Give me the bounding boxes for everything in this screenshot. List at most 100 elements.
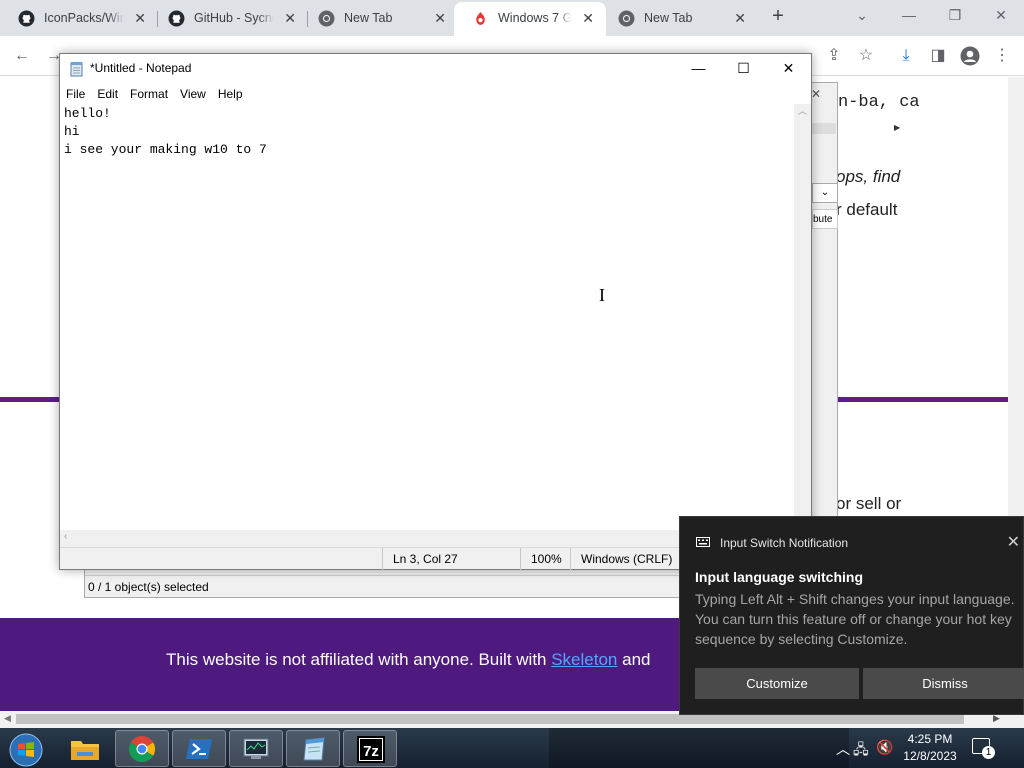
notification-app-name: Input Switch Notification [720,536,849,550]
notification-body: Typing Left Alt + Shift changes your inp… [695,591,1015,647]
column-header-attributes[interactable]: bute [812,209,838,229]
menu-format[interactable]: Format [124,84,174,104]
footer-text: This website is not affiliated with anyo… [166,650,650,670]
minimize-icon[interactable]: — [676,54,721,84]
folder-icon [71,741,99,760]
notepad-window: *Untitled - Notepad — ☐ ✕ File Edit Format… [59,53,812,570]
task-manager-icon [243,738,269,759]
cursor-position: Ln 3, Col 27 [382,548,522,570]
close-icon[interactable]: ✕ [766,54,811,84]
scroll-up-arrow-icon[interactable]: ︿ [794,104,811,118]
share-icon[interactable]: ⇪ [822,44,846,68]
zoom-level: 100% [520,548,576,570]
minimize-icon[interactable]: — [895,4,923,28]
7zip-icon: 7z [357,736,385,763]
notepad-icon [70,62,83,77]
chrome-icon [129,736,156,763]
footer-prefix: This website is not affiliated with anyo… [166,650,552,669]
taskbar: 7z ︿ 🖧 🔇 4:25 PM 12/8/2023 1 [0,728,1024,768]
close-tab-icon[interactable]: ✕ [434,2,446,34]
notification-count-badge: 1 [982,746,995,759]
menu-help[interactable]: Help [212,84,249,104]
taskbar-powershell[interactable] [172,730,226,767]
notepad-menubar: File Edit Format View Help [60,84,811,104]
menu-file[interactable]: File [60,84,91,104]
window-title: *Untitled - Notepad [90,61,192,75]
new-tab-button[interactable]: + [766,5,790,29]
tab-title: New Tab [344,11,393,25]
taskbar-explorer[interactable] [58,730,112,767]
tab-title: IconPacks/Wind [44,11,124,25]
scroll-right-arrow-icon[interactable]: ▶ [811,123,900,134]
back-arrow-icon[interactable]: ← [10,44,34,68]
close-tab-icon[interactable]: ✕ [134,2,146,34]
page-text-fragment: n-ba, ca [838,93,920,112]
tab-iconpacks[interactable]: IconPacks/Wind ✕ [0,2,158,36]
tab-search-icon[interactable]: ⌄ [848,4,876,28]
menu-edit[interactable]: Edit [91,84,124,104]
tab-github-sycnex[interactable]: GitHub - Sycne ✕ [150,2,308,36]
customize-button[interactable]: Customize [695,668,859,699]
system-clock[interactable]: 4:25 PM 12/8/2023 [900,731,960,765]
bookmark-star-icon[interactable]: ☆ [854,44,878,68]
page-text-fragment: r default [836,200,898,219]
scroll-left-arrow-icon[interactable]: ◀ [4,713,11,724]
windows-orb-icon [9,733,43,767]
taskbar-task-manager[interactable] [229,730,283,767]
show-hidden-icons-icon[interactable]: ︿ [836,739,850,759]
tab-title: GitHub - Sycne [194,11,274,25]
notepad-titlebar[interactable]: *Untitled - Notepad — ☐ ✕ [60,54,811,84]
close-icon[interactable]: ✕ [811,87,821,101]
page-text-fragment: or sell or [836,494,902,513]
footer-suffix: and [617,650,651,669]
scroll-left-arrow-icon[interactable]: ‹ [64,531,67,542]
notification-title: Input language switching [695,569,863,585]
kebab-menu-icon[interactable]: ⋮ [990,44,1014,68]
clock-time: 4:25 PM [907,732,953,746]
tab-windows7[interactable]: Windows 7 Gar ✕ [454,2,606,36]
close-icon[interactable]: ✕ [987,4,1015,28]
dismiss-button[interactable]: Dismiss [863,668,1024,699]
github-icon [18,10,35,27]
notepad-icon [303,737,325,761]
powershell-icon [186,739,212,759]
tab-title: Windows 7 Gar [498,11,572,25]
github-icon [168,10,185,27]
download-icon[interactable]: ⤓ [894,44,918,68]
close-tab-icon[interactable]: ✕ [582,2,594,34]
menu-view[interactable]: View [174,84,212,104]
notepad-text-area[interactable]: hello! hi i see your making w10 to 7 [60,104,795,530]
notepad-vertical-scrollbar[interactable]: ︿ [794,104,811,530]
chrome-icon [318,10,335,27]
close-tab-icon[interactable]: ✕ [284,2,296,34]
taskbar-chrome[interactable] [115,730,169,767]
close-tab-icon[interactable]: ✕ [734,2,746,34]
network-icon[interactable]: 🖧 [853,739,869,763]
browser-tab-strip: IconPacks/Wind ✕ GitHub - Sycne ✕ New Ta… [0,0,1024,36]
tab-title: New Tab [644,11,693,25]
profile-avatar-icon[interactable] [958,44,982,68]
keyboard-icon [696,537,710,547]
taskbar-notepad[interactable] [286,730,340,767]
taskbar-7zip[interactable]: 7z [343,730,397,767]
taskbar-desktop-area [549,728,849,768]
line-ending: Windows (CRLF) [570,548,690,570]
horizontal-scroll-thumb[interactable] [16,714,964,724]
tab-new-tab-1[interactable]: New Tab ✕ [300,2,458,36]
dropdown-arrow-icon[interactable]: ⌄ [812,183,838,203]
restore-icon[interactable]: ❐ [941,4,969,28]
maximize-icon[interactable]: ☐ [721,54,766,84]
side-panel-icon[interactable]: ◨ [926,44,950,68]
skeleton-link[interactable]: Skeleton [551,650,617,669]
chrome-icon [618,10,635,27]
tab-new-tab-2[interactable]: New Tab ✕ [600,2,758,36]
svg-text:7z: 7z [363,743,379,760]
clock-date: 12/8/2023 [903,749,957,763]
page-text-fragment: ops, find [836,167,901,186]
close-icon[interactable]: ✕ [1007,532,1020,552]
page-icon [476,12,485,25]
text-cursor-icon: I [599,285,605,305]
speaker-muted-icon[interactable]: 🔇 [876,739,893,756]
input-switch-notification: Input Switch Notification ✕ Input langua… [679,516,1024,715]
start-button[interactable] [0,730,54,767]
